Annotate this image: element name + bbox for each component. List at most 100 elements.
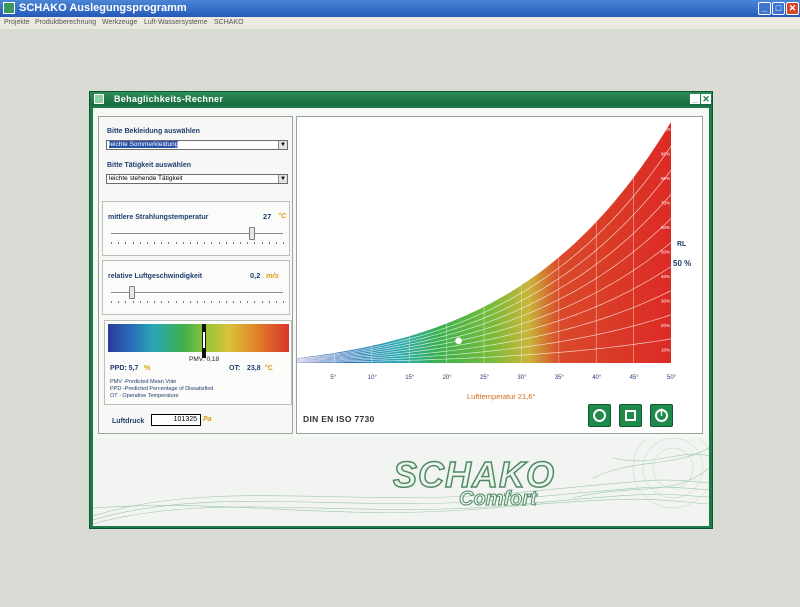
slider-tick: [275, 301, 277, 303]
ot-label: OT:: [229, 365, 241, 372]
dialog-title: Behaglichkeits-Rechner: [114, 94, 224, 104]
rl-value: 50 %: [673, 259, 692, 268]
clothing-select[interactable]: leichte Sommerkleidung ▼: [106, 140, 288, 150]
slider-tick: [232, 242, 234, 244]
rh-tick-label: 50%: [661, 250, 670, 255]
temperature-tick-label: 25°: [480, 375, 490, 381]
slider-tick: [275, 242, 277, 244]
comfort-legend: PMV -Predicted Mean Vote PPD -Predicted …: [110, 379, 213, 400]
air-speed-track[interactable]: [111, 292, 283, 294]
slider-tick: [211, 242, 213, 244]
activity-select[interactable]: leichte stehende Tätigkeit ▼: [106, 174, 288, 184]
slider-tick: [240, 242, 241, 244]
temperature-tick-label: 15°: [405, 375, 415, 381]
slider-tick: [225, 301, 227, 303]
chevron-down-icon[interactable]: ▼: [278, 175, 287, 183]
dialog-close-button[interactable]: ✕: [701, 94, 711, 104]
air-speed-unit: m/s: [266, 271, 279, 280]
slider-tick: [247, 301, 249, 303]
reset-icon: [593, 409, 606, 422]
app-titlebar: SCHAKO Auslegungsprogramm _ □ ✕: [0, 0, 800, 17]
menu-werkzeuge[interactable]: Werkzeuge: [102, 19, 137, 26]
maximize-button[interactable]: □: [772, 2, 785, 15]
air-temperature-readout: Lufttemperatur 21,6°: [467, 392, 536, 401]
slider-tick: [146, 242, 148, 244]
slider-tick: [283, 242, 284, 244]
slider-tick: [132, 301, 134, 303]
slider-tick: [161, 242, 163, 244]
air-pressure-label: Luftdruck: [112, 418, 145, 425]
slider-tick: [268, 242, 270, 244]
menu-schako[interactable]: SCHAKO: [214, 19, 244, 26]
rh-tick-label: 10%: [661, 348, 670, 353]
input-panel: Bitte Bekleidung auswählen leichte Somme…: [98, 116, 293, 434]
slider-tick: [182, 301, 184, 303]
air-pressure-input[interactable]: 101325: [151, 414, 201, 426]
info-glyph: i: [660, 408, 663, 419]
slider-tick: [283, 301, 284, 303]
pmv-marker: [201, 324, 206, 358]
slider-tick: [254, 242, 256, 244]
slider-tick: [111, 301, 112, 303]
slider-tick: [154, 301, 155, 303]
slider-tick: [175, 301, 177, 303]
radiant-temp-slider-handle[interactable]: [249, 227, 256, 240]
print-button[interactable]: [619, 404, 642, 427]
air-speed-label: relative Luftgeschwindigkeit: [108, 273, 203, 280]
air-speed-slider-handle[interactable]: [128, 286, 135, 299]
menu-luft-wassersysteme[interactable]: Luft-Wassersysteme: [144, 19, 208, 26]
dialog-body: Bitte Bekleidung auswählen leichte Somme…: [93, 108, 709, 526]
chevron-down-icon[interactable]: ▼: [278, 141, 287, 149]
slider-tick: [154, 242, 155, 244]
ot-unit: °C: [265, 365, 273, 372]
brand-banner: SCHAKO Comfort: [93, 438, 709, 526]
close-button[interactable]: ✕: [786, 2, 799, 15]
air-speed-value: 0,2: [250, 271, 261, 280]
slider-tick: [132, 242, 134, 244]
radiant-temp-value: 27: [263, 212, 272, 221]
comfort-indicator-box: PMV: 0,18 PPD: 5,7 % OT: 23,8 °C PMV -Pr…: [104, 320, 292, 405]
menu-produktberechnung[interactable]: Produktberechnung: [35, 19, 96, 26]
slider-tick: [211, 301, 213, 303]
rh-tick-label: 60%: [661, 225, 670, 230]
slider-tick: [118, 301, 120, 303]
comfort-chart-panel: 100% 90% 80% 70% 60% 50% 40% 30% 20% 10% RL 50 % …: [296, 116, 703, 434]
air-speed-box: relative Luftgeschwindigkeit 0,2 m/s: [102, 260, 290, 315]
info-button[interactable]: i: [650, 404, 673, 427]
minimize-button[interactable]: _: [758, 2, 771, 15]
temperature-tick-label: 20°: [442, 375, 452, 381]
slider-tick: [161, 301, 163, 303]
radiant-temp-track[interactable]: [111, 233, 283, 235]
rh-tick-label: 20%: [661, 323, 670, 328]
rl-label: RL: [677, 241, 687, 248]
slider-tick: [189, 242, 191, 244]
menu-projekte[interactable]: Projekte: [4, 19, 30, 26]
dialog-minimize-button[interactable]: _: [690, 94, 700, 104]
air-speed-ticks: [111, 301, 284, 304]
slider-tick: [118, 242, 120, 244]
dialog-titlebar: Behaglichkeits-Rechner _ ✕: [90, 92, 712, 106]
slider-tick: [168, 242, 170, 244]
slider-tick: [261, 242, 263, 244]
slider-tick: [240, 301, 241, 303]
rh-tick-label: 30%: [661, 299, 670, 304]
legend-pmv: PMV -Predicted Mean Vote: [110, 379, 177, 385]
current-state-point: [455, 337, 463, 345]
temperature-tick-label: 45°: [629, 375, 639, 381]
app-icon: [3, 2, 15, 14]
clothing-label: Bitte Bekleidung auswählen: [107, 128, 200, 135]
slider-tick: [125, 242, 127, 244]
slider-tick: [225, 242, 227, 244]
slider-tick: [247, 242, 249, 244]
slider-tick: [261, 301, 263, 303]
activity-value: leichte stehende Tätigkeit: [109, 175, 183, 182]
ppd-label: PPD: 5,7: [110, 365, 139, 372]
rh-tick-label: 40%: [661, 274, 670, 279]
comfort-chart: 100% 90% 80% 70% 60% 50% 40% 30% 20% 10%: [297, 122, 673, 363]
slider-tick: [175, 242, 177, 244]
reset-button[interactable]: [588, 404, 611, 427]
activity-label: Bitte Tätigkeit auswählen: [107, 162, 192, 169]
standard-label: DIN EN ISO 7730: [303, 414, 375, 424]
menu-bar: Projekte Produktberechnung Werkzeuge Luf…: [0, 17, 800, 29]
rh-tick-label: 100%: [661, 127, 673, 132]
